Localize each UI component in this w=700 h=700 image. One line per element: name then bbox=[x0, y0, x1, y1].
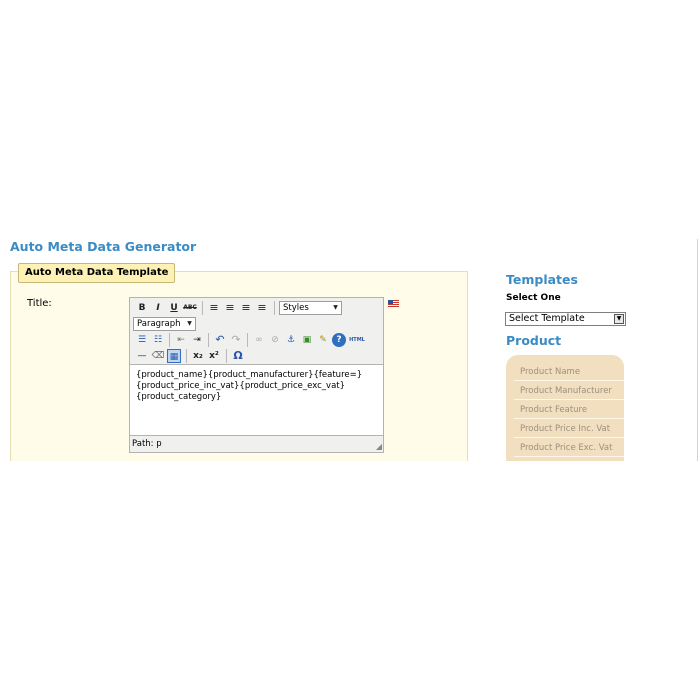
editor-content-area[interactable]: {product_name}{product_manufacturer}{fea… bbox=[130, 364, 383, 436]
remove-format-icon[interactable]: ⌫ bbox=[151, 349, 165, 363]
image-icon[interactable]: ▣ bbox=[300, 333, 314, 347]
cleanup-icon[interactable]: ✎ bbox=[316, 333, 330, 347]
toolbar-row-3: ☰ ☷ ⇤ ⇥ ↶ ↷ ∞ ⊘ ⚓ ▣ ✎ ? HTML bbox=[132, 333, 382, 349]
product-item-manufacturer[interactable]: Product Manufacturer bbox=[514, 382, 624, 400]
product-item-feature[interactable]: Product Feature bbox=[514, 401, 624, 419]
bullet-list-icon[interactable]: ☰ bbox=[135, 333, 149, 347]
separator bbox=[169, 333, 170, 347]
separator bbox=[226, 349, 227, 363]
separator bbox=[208, 333, 209, 347]
horizontal-rule-icon[interactable]: — bbox=[135, 349, 149, 363]
align-justify-icon[interactable]: ≡ bbox=[255, 301, 269, 315]
product-item-price-inc-vat[interactable]: Product Price Inc. Vat bbox=[514, 420, 624, 438]
template-select-value: Select Template bbox=[509, 313, 585, 324]
divider bbox=[697, 239, 698, 461]
chevron-down-icon: ▼ bbox=[614, 314, 624, 324]
special-char-icon[interactable]: Ω bbox=[231, 349, 245, 363]
fieldset-legend: Auto Meta Data Template bbox=[18, 263, 176, 283]
template-select[interactable]: Select Template ▼ bbox=[505, 312, 626, 326]
styles-select[interactable]: Styles ▼ bbox=[279, 301, 342, 315]
undo-icon[interactable]: ↶ bbox=[213, 333, 227, 347]
subscript-icon[interactable]: x₂ bbox=[191, 349, 205, 363]
resize-handle-icon[interactable]: ◢ bbox=[376, 442, 382, 451]
product-heading: Product bbox=[506, 333, 562, 348]
superscript-icon[interactable]: x² bbox=[207, 349, 221, 363]
indent-icon[interactable]: ⇥ bbox=[190, 333, 204, 347]
separator bbox=[247, 333, 248, 347]
link-icon[interactable]: ∞ bbox=[252, 333, 266, 347]
templates-heading: Templates bbox=[506, 272, 578, 287]
toolbar-row-1: B I U ABC ≡ ≡ ≡ ≡ Styles ▼ bbox=[132, 301, 382, 317]
bold-icon[interactable]: B bbox=[135, 301, 149, 315]
redo-icon[interactable]: ↷ bbox=[229, 333, 243, 347]
format-select[interactable]: Paragraph ▼ bbox=[133, 317, 196, 331]
chevron-down-icon: ▼ bbox=[187, 320, 192, 327]
toolbar-row-4: — ⌫ ▦ x₂ x² Ω bbox=[132, 349, 382, 365]
separator bbox=[202, 301, 203, 315]
anchor-icon[interactable]: ⚓ bbox=[284, 333, 298, 347]
align-left-icon[interactable]: ≡ bbox=[207, 301, 221, 315]
title-label: Title: bbox=[27, 298, 52, 309]
product-item-price-exc-vat[interactable]: Product Price Exc. Vat bbox=[514, 439, 624, 457]
visual-aid-icon[interactable]: ▦ bbox=[167, 349, 181, 363]
unlink-icon[interactable]: ⊘ bbox=[268, 333, 282, 347]
italic-icon[interactable]: I bbox=[151, 301, 165, 315]
align-center-icon[interactable]: ≡ bbox=[223, 301, 237, 315]
numbered-list-icon[interactable]: ☷ bbox=[151, 333, 165, 347]
underline-icon[interactable]: U bbox=[167, 301, 181, 315]
product-item-name[interactable]: Product Name bbox=[514, 363, 624, 381]
select-one-label: Select One bbox=[506, 293, 561, 303]
help-icon[interactable]: ? bbox=[332, 333, 346, 347]
rich-text-editor: B I U ABC ≡ ≡ ≡ ≡ Styles ▼ Paragraph ▼ ☰… bbox=[129, 297, 384, 453]
separator bbox=[274, 301, 275, 315]
toolbar-row-2: Paragraph ▼ bbox=[132, 317, 382, 333]
format-select-label: Paragraph bbox=[137, 319, 181, 329]
chevron-down-icon: ▼ bbox=[333, 304, 338, 311]
styles-select-label: Styles bbox=[283, 303, 309, 313]
strikethrough-icon[interactable]: ABC bbox=[183, 301, 197, 315]
product-panel: Product Name Product Manufacturer Produc… bbox=[506, 355, 624, 461]
html-icon[interactable]: HTML bbox=[348, 333, 366, 347]
page-heading: Auto Meta Data Generator bbox=[10, 239, 197, 254]
flag-icon[interactable] bbox=[388, 300, 399, 308]
outdent-icon[interactable]: ⇤ bbox=[174, 333, 188, 347]
align-right-icon[interactable]: ≡ bbox=[239, 301, 253, 315]
separator bbox=[186, 349, 187, 363]
editor-path-label: Path: p bbox=[132, 439, 162, 449]
